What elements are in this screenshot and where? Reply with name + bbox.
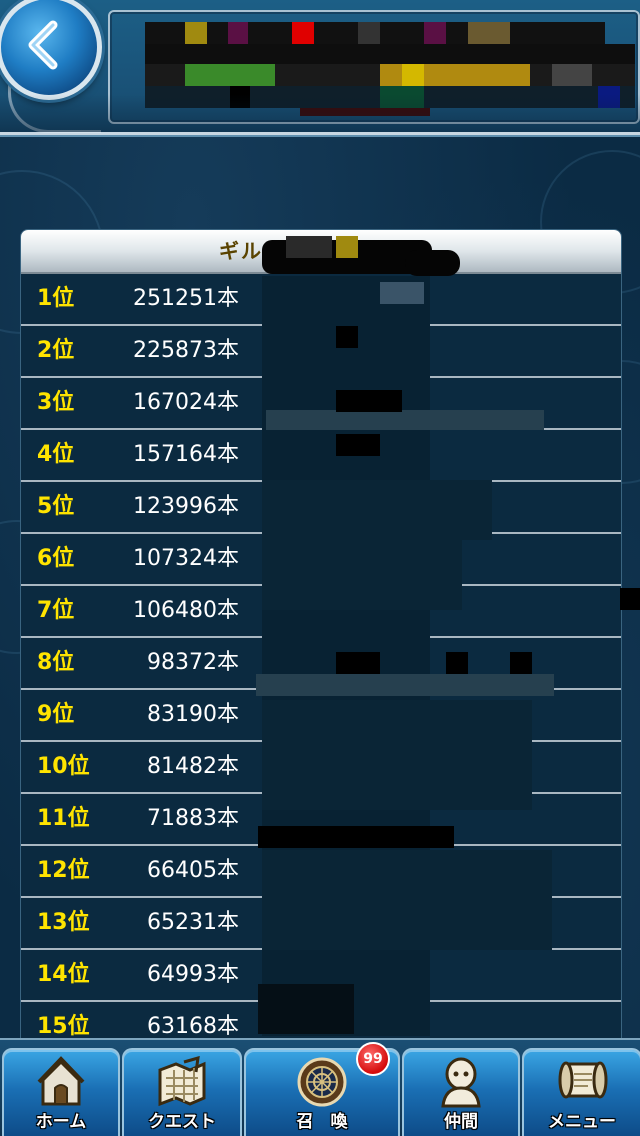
rank-count: 167024本 bbox=[133, 390, 239, 415]
nav-summon-label: 召 喚 bbox=[296, 1112, 348, 1132]
redacted-block bbox=[424, 22, 446, 44]
redacted-names bbox=[336, 434, 380, 456]
redacted-names bbox=[262, 850, 552, 950]
rank-position: 12位 bbox=[37, 858, 90, 883]
redacted-block bbox=[230, 86, 250, 108]
guild-ranking-screen: ギル 1位 251251本 2位 225873本 3位 167024本 4位 157164本 5… bbox=[0, 0, 640, 1136]
rank-position: 9位 bbox=[37, 702, 75, 727]
nav-menu-button[interactable]: メニュー bbox=[522, 1048, 640, 1136]
redacted-block bbox=[145, 44, 635, 64]
rank-position: 1位 bbox=[37, 286, 75, 311]
nav-home-button[interactable]: ホーム bbox=[2, 1048, 120, 1136]
redacted-names bbox=[262, 480, 492, 540]
rank-count: 106480本 bbox=[133, 598, 239, 623]
rank-position: 11位 bbox=[37, 806, 90, 831]
rank-count: 81482本 bbox=[147, 754, 239, 779]
scroll-icon bbox=[558, 1061, 608, 1099]
rank-position: 10位 bbox=[37, 754, 90, 779]
ranking-title: ギル bbox=[219, 239, 263, 263]
redacted-names bbox=[256, 674, 554, 696]
rank-position: 4位 bbox=[37, 442, 75, 467]
bottom-navigation: ホーム クエスト 召 喚 仲間 メニュー bbox=[0, 1038, 640, 1136]
redacted-names bbox=[510, 652, 532, 674]
map-icon bbox=[158, 1056, 206, 1107]
redacted-block bbox=[185, 64, 275, 86]
rank-count: 123996本 bbox=[133, 494, 239, 519]
redacted-block bbox=[358, 22, 380, 44]
summon-circle-icon bbox=[297, 1057, 347, 1107]
redacted-block bbox=[598, 86, 620, 108]
nav-menu-label: メニュー bbox=[548, 1112, 616, 1132]
rank-position: 3位 bbox=[37, 390, 75, 415]
rank-count: 225873本 bbox=[133, 338, 239, 363]
redacted-names bbox=[262, 540, 462, 610]
rank-count: 65231本 bbox=[147, 910, 239, 935]
redacted-block bbox=[185, 22, 207, 44]
nav-quest-label: クエスト bbox=[148, 1112, 216, 1132]
summon-notification-badge: 99 bbox=[356, 1042, 390, 1076]
redacted-block bbox=[300, 108, 430, 116]
redacted-block bbox=[402, 64, 424, 86]
nav-friends-label: 仲間 bbox=[444, 1112, 478, 1132]
home-icon bbox=[37, 1056, 85, 1106]
rank-count: 251251本 bbox=[133, 286, 239, 311]
rank-count: 98372本 bbox=[147, 650, 239, 675]
redacted-names bbox=[266, 410, 544, 430]
redacted-names bbox=[258, 984, 354, 1034]
redacted-names bbox=[405, 250, 460, 276]
rank-count: 157164本 bbox=[133, 442, 239, 467]
redacted-block bbox=[552, 64, 592, 86]
redacted-names bbox=[380, 282, 424, 304]
rank-count: 64993本 bbox=[147, 962, 239, 987]
rank-position: 13位 bbox=[37, 910, 90, 935]
rank-position: 6位 bbox=[37, 546, 75, 571]
redacted-block bbox=[380, 86, 424, 108]
person-icon bbox=[441, 1057, 481, 1108]
redacted-block bbox=[468, 22, 510, 44]
redacted-block bbox=[292, 22, 314, 44]
rank-count: 107324本 bbox=[133, 546, 239, 571]
rank-position: 2位 bbox=[37, 338, 75, 363]
redacted-names bbox=[262, 700, 532, 810]
redacted-names bbox=[336, 652, 380, 674]
redacted-names bbox=[286, 236, 332, 258]
redacted-names bbox=[336, 390, 402, 412]
rank-count: 71883本 bbox=[147, 806, 239, 831]
redacted-names bbox=[336, 326, 358, 348]
rank-count: 66405本 bbox=[147, 858, 239, 883]
nav-friends-button[interactable]: 仲間 bbox=[402, 1048, 520, 1136]
redacted-block bbox=[228, 22, 248, 44]
rank-position: 5位 bbox=[37, 494, 75, 519]
redacted-names bbox=[620, 588, 640, 610]
back-arrow-icon bbox=[28, 20, 58, 70]
rank-position: 14位 bbox=[37, 962, 90, 987]
rank-position: 7位 bbox=[37, 598, 75, 623]
top-header bbox=[0, 0, 640, 135]
nav-quest-button[interactable]: クエスト bbox=[122, 1048, 242, 1136]
rank-count: 83190本 bbox=[147, 702, 239, 727]
nav-home-label: ホーム bbox=[35, 1112, 87, 1132]
redacted-names bbox=[336, 236, 358, 258]
rank-position: 8位 bbox=[37, 650, 75, 675]
redacted-names bbox=[446, 652, 468, 674]
redacted-names bbox=[258, 826, 454, 848]
